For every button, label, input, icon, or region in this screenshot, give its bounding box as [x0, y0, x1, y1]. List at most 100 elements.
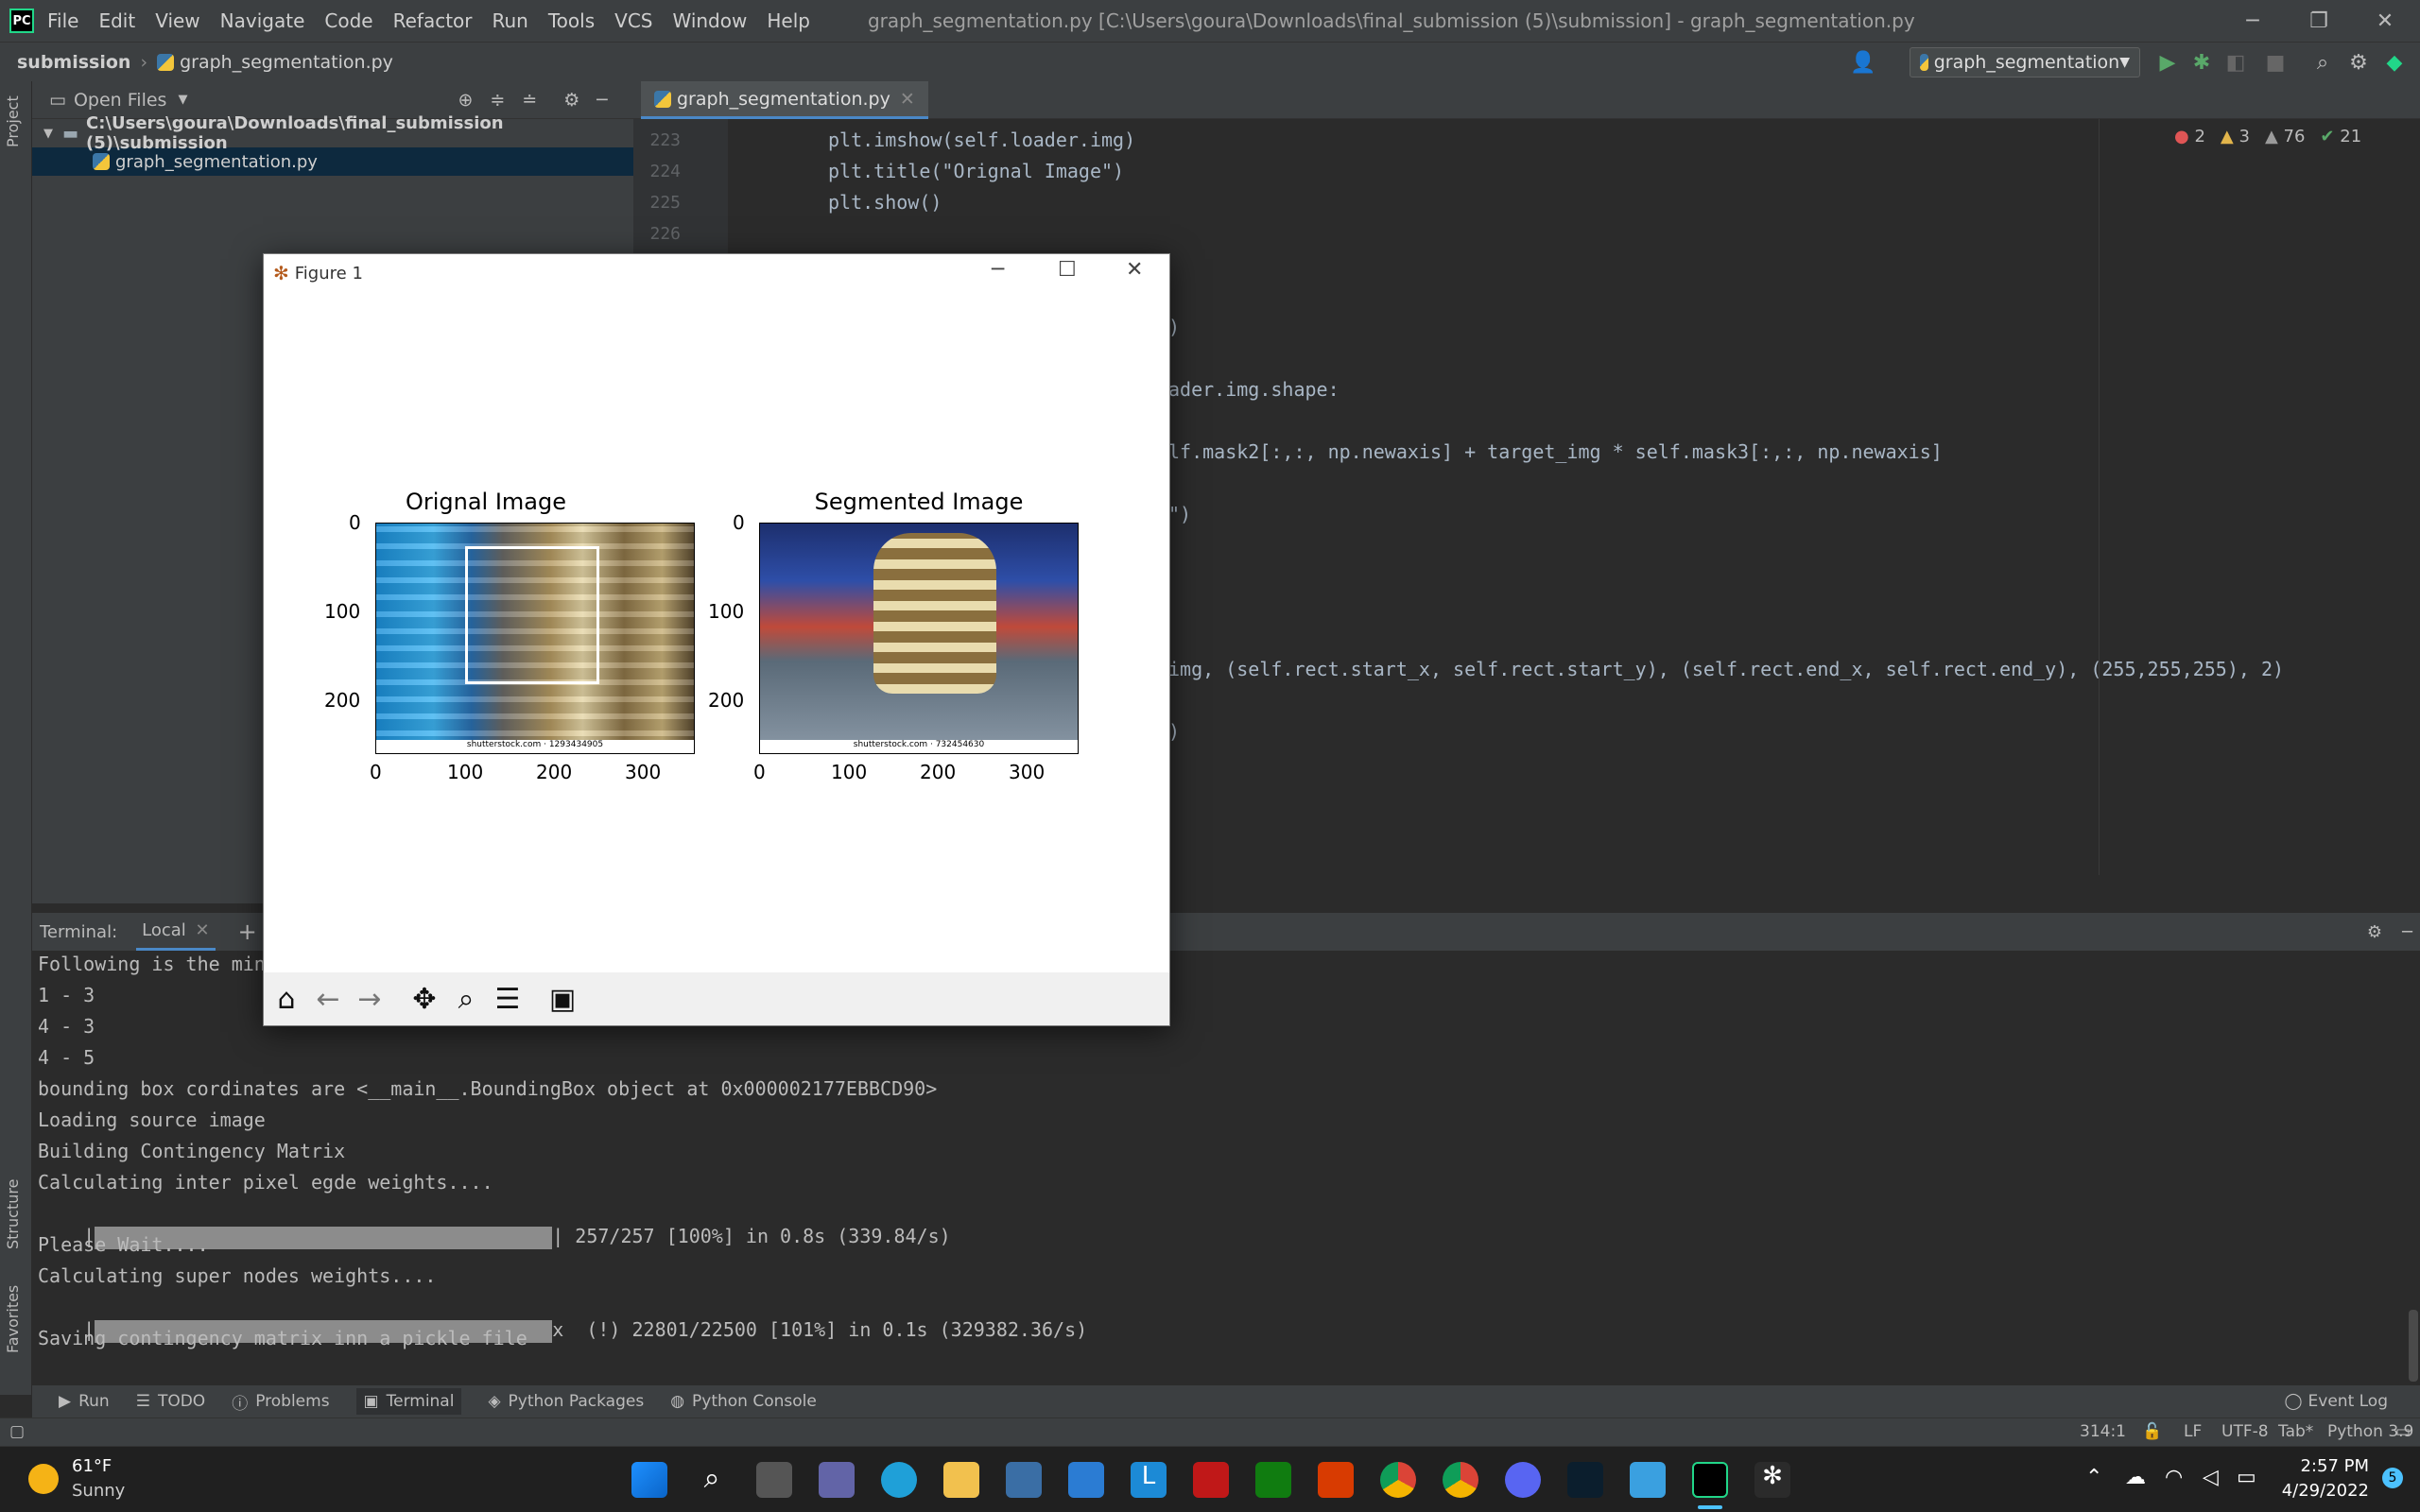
- office-icon[interactable]: [1318, 1462, 1354, 1498]
- terminal-tab-local[interactable]: Local ✕: [136, 913, 216, 951]
- terminal-app-icon[interactable]: [1567, 1462, 1603, 1498]
- close-icon[interactable]: ✕: [2352, 0, 2418, 42]
- start-icon[interactable]: [631, 1462, 667, 1498]
- menu-run[interactable]: Run: [493, 9, 528, 32]
- terminal-tool-button[interactable]: ▣ Terminal: [355, 1388, 462, 1415]
- zoom-icon[interactable]: ⌕: [447, 980, 485, 1018]
- open-files-select[interactable]: Open Files: [74, 90, 166, 111]
- menu-help[interactable]: Help: [767, 9, 810, 32]
- task-view-icon[interactable]: [756, 1462, 792, 1498]
- expand-all-icon[interactable]: ≑: [490, 90, 505, 111]
- chrome-profile-icon[interactable]: [1443, 1462, 1478, 1498]
- mcafee-icon[interactable]: [1193, 1462, 1229, 1498]
- minimize-icon[interactable]: ─: [992, 258, 1004, 282]
- volume-icon[interactable]: ◁: [2203, 1466, 2219, 1489]
- toggle-tool-windows-icon[interactable]: ▢: [9, 1422, 25, 1441]
- breadcrumb-project[interactable]: submission: [17, 52, 130, 73]
- debug-icon[interactable]: ✱: [2189, 50, 2214, 75]
- edge-icon[interactable]: [881, 1462, 917, 1498]
- collapse-all-icon[interactable]: ≐: [522, 90, 537, 111]
- chrome-icon[interactable]: [1380, 1462, 1416, 1498]
- user-icon[interactable]: 👤: [1850, 50, 1876, 75]
- menu-tools[interactable]: Tools: [548, 9, 595, 32]
- save-figure-icon[interactable]: ▣: [544, 980, 581, 1018]
- weather-temp[interactable]: 61°F: [72, 1456, 112, 1476]
- xbox-icon[interactable]: [1255, 1462, 1291, 1498]
- configure-subplots-icon[interactable]: ☰: [489, 980, 527, 1018]
- store-icon[interactable]: [1006, 1462, 1042, 1498]
- python-packages-tool-button[interactable]: ◈ Python Packages: [488, 1392, 644, 1411]
- chevron-down-icon[interactable]: ▼: [178, 93, 187, 107]
- menu-file[interactable]: File: [47, 9, 78, 32]
- favorites-tool-tab[interactable]: Favorites: [4, 1285, 22, 1353]
- lock-icon[interactable]: 🔓: [2142, 1422, 2162, 1441]
- event-log-button[interactable]: ◯ Event Log: [2285, 1392, 2389, 1411]
- add-terminal-icon[interactable]: +: [238, 919, 257, 945]
- menu-window[interactable]: Window: [672, 9, 747, 32]
- gear-icon[interactable]: ⚙: [563, 90, 579, 111]
- weather-condition[interactable]: Sunny: [72, 1481, 125, 1501]
- gear-icon[interactable]: ⚙: [2367, 922, 2382, 942]
- line-separator[interactable]: LF: [2184, 1422, 2202, 1441]
- menu-view[interactable]: View: [155, 9, 199, 32]
- stop-icon[interactable]: ■: [2263, 50, 2288, 75]
- pycharm-icon[interactable]: [1692, 1462, 1728, 1498]
- breadcrumb-file[interactable]: graph_segmentation.py: [180, 52, 393, 73]
- teams-chat-icon[interactable]: [819, 1462, 855, 1498]
- terminal-scrollbar[interactable]: [2409, 1310, 2418, 1382]
- menu-edit[interactable]: Edit: [98, 9, 135, 32]
- close-icon[interactable]: ✕: [1126, 258, 1143, 282]
- minimize-icon[interactable]: ─: [2220, 0, 2286, 42]
- mail-icon[interactable]: [1068, 1462, 1104, 1498]
- run-configuration-select[interactable]: graph_segmentation ▼: [1910, 47, 2140, 77]
- search-icon[interactable]: ⌕: [2310, 50, 2335, 75]
- coverage-icon[interactable]: ◧: [2223, 50, 2248, 75]
- discord-icon[interactable]: [1505, 1462, 1541, 1498]
- search-icon[interactable]: ⌕: [694, 1462, 730, 1498]
- run-icon[interactable]: ▶: [2155, 50, 2180, 75]
- close-tab-icon[interactable]: ✕: [196, 920, 210, 940]
- menu-code[interactable]: Code: [324, 9, 372, 32]
- problems-tool-button[interactable]: ⓘ Problems: [232, 1390, 329, 1414]
- hide-icon[interactable]: ─: [2402, 922, 2412, 942]
- notification-badge[interactable]: 5: [2382, 1468, 2403, 1488]
- todo-tool-button[interactable]: ☰ TODO: [136, 1392, 206, 1411]
- back-arrow-icon[interactable]: ←: [309, 980, 347, 1018]
- settings-icon[interactable]: ⚙: [2346, 50, 2371, 75]
- notepad-icon[interactable]: [1630, 1462, 1666, 1498]
- file-explorer-icon[interactable]: [943, 1462, 979, 1498]
- memory-indicator-icon[interactable]: ▭: [2395, 1422, 2411, 1441]
- structure-tool-tab[interactable]: Structure: [4, 1179, 22, 1249]
- chevron-down-icon[interactable]: ▼: [43, 127, 53, 141]
- pan-icon[interactable]: ✥: [406, 980, 443, 1018]
- clock-time[interactable]: 2:57 PM: [2288, 1456, 2369, 1476]
- forward-arrow-icon[interactable]: →: [351, 980, 389, 1018]
- run-tool-button[interactable]: ▶ Run: [59, 1392, 110, 1411]
- sun-icon[interactable]: [28, 1464, 59, 1494]
- tree-folder-row[interactable]: ▼ ▬ C:\Users\goura\Downloads\final_submi…: [32, 113, 633, 153]
- menu-navigate[interactable]: Navigate: [220, 9, 305, 32]
- home-icon[interactable]: ⌂: [268, 980, 305, 1018]
- inspection-widget[interactable]: ● 2 ▲ 3 ▲ 76 ✔ 21: [2174, 127, 2361, 146]
- caret-position[interactable]: 314:1: [2080, 1422, 2126, 1441]
- chevron-up-icon[interactable]: ⌃: [2085, 1466, 2102, 1489]
- battery-icon[interactable]: ▭: [2237, 1466, 2256, 1489]
- maximize-icon[interactable]: ☐: [1058, 258, 1077, 282]
- l-app-icon[interactable]: L: [1131, 1462, 1167, 1498]
- editor-tab-graph-segmentation[interactable]: graph_segmentation.py ✕: [641, 81, 928, 119]
- clock-date[interactable]: 4/29/2022: [2273, 1481, 2369, 1501]
- hide-icon[interactable]: ─: [596, 90, 607, 111]
- matplotlib-figure-icon[interactable]: ✻: [1754, 1462, 1790, 1498]
- onedrive-icon[interactable]: ☁: [2125, 1466, 2146, 1489]
- menu-refactor[interactable]: Refactor: [393, 9, 473, 32]
- python-console-tool-button[interactable]: ◍ Python Console: [670, 1392, 817, 1411]
- error-stripe[interactable]: [2401, 157, 2420, 875]
- file-encoding[interactable]: UTF-8: [2221, 1422, 2269, 1441]
- jetbrains-toolbox-icon[interactable]: ◆: [2382, 50, 2407, 75]
- menu-vcs[interactable]: VCS: [614, 9, 652, 32]
- wifi-icon[interactable]: ◠: [2165, 1466, 2183, 1489]
- restore-icon[interactable]: ❐: [2286, 0, 2352, 42]
- close-tab-icon[interactable]: ✕: [900, 89, 915, 110]
- locate-icon[interactable]: ⊕: [458, 90, 473, 111]
- indent-setting[interactable]: Tab*: [2278, 1422, 2313, 1441]
